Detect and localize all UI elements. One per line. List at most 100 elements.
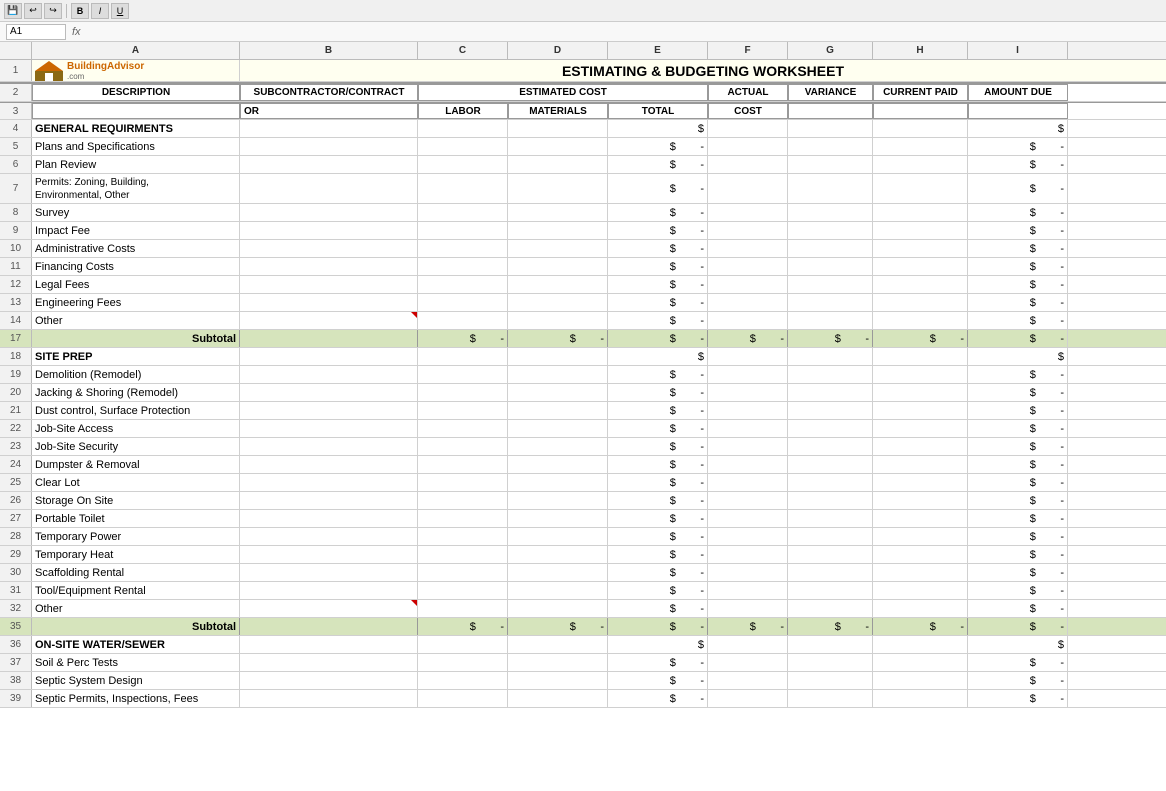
cell-h31[interactable] <box>873 582 968 599</box>
cell-h35[interactable]: $ - <box>873 618 968 635</box>
cell-f24[interactable] <box>708 456 788 473</box>
cell-a7[interactable]: Permits: Zoning, Building,Environmental,… <box>32 174 240 203</box>
cell-h32[interactable] <box>873 600 968 617</box>
cell-b2-subcontractor[interactable]: SUBCONTRACTOR/CONTRACT <box>240 84 418 101</box>
cell-a36[interactable]: ON-SITE WATER/SEWER <box>32 636 240 653</box>
cell-e25[interactable]: $ - <box>608 474 708 491</box>
cell-a35[interactable]: Subtotal <box>32 618 240 635</box>
cell-f13[interactable] <box>708 294 788 311</box>
cell-c39[interactable] <box>418 690 508 707</box>
cell-h23[interactable] <box>873 438 968 455</box>
cell-e11[interactable]: $ - <box>608 258 708 275</box>
cell-a30[interactable]: Scaffolding Rental <box>32 564 240 581</box>
save-icon[interactable]: 💾 <box>4 3 22 19</box>
cell-d26[interactable] <box>508 492 608 509</box>
cell-e9[interactable]: $ - <box>608 222 708 239</box>
col-header-g[interactable]: G <box>788 42 873 59</box>
cell-e30[interactable]: $ - <box>608 564 708 581</box>
cell-g26[interactable] <box>788 492 873 509</box>
cell-d21[interactable] <box>508 402 608 419</box>
cell-a20[interactable]: Jacking & Shoring (Remodel) <box>32 384 240 401</box>
cell-c37[interactable] <box>418 654 508 671</box>
cell-e13[interactable]: $ - <box>608 294 708 311</box>
cell-i25[interactable]: $ - <box>968 474 1068 491</box>
cell-f29[interactable] <box>708 546 788 563</box>
cell-a29[interactable]: Temporary Heat <box>32 546 240 563</box>
cell-g31[interactable] <box>788 582 873 599</box>
cell-b10[interactable] <box>240 240 418 257</box>
cell-c8[interactable] <box>418 204 508 221</box>
cell-a31[interactable]: Tool/Equipment Rental <box>32 582 240 599</box>
cell-a23[interactable]: Job-Site Security <box>32 438 240 455</box>
cell-h13[interactable] <box>873 294 968 311</box>
cell-i19[interactable]: $ - <box>968 366 1068 383</box>
cell-i14[interactable]: $ - <box>968 312 1068 329</box>
col-header-b[interactable]: B <box>240 42 418 59</box>
cell-e6[interactable]: $ - <box>608 156 708 173</box>
cell-f17[interactable]: $ - <box>708 330 788 347</box>
cell-c36[interactable] <box>418 636 508 653</box>
cell-a2-desc[interactable]: DESCRIPTION <box>32 84 240 101</box>
cell-b38[interactable] <box>240 672 418 689</box>
cell-d12[interactable] <box>508 276 608 293</box>
cell-e28[interactable]: $ - <box>608 528 708 545</box>
cell-d10[interactable] <box>508 240 608 257</box>
cell-g23[interactable] <box>788 438 873 455</box>
cell-b30[interactable] <box>240 564 418 581</box>
name-box[interactable] <box>6 24 66 40</box>
cell-d6[interactable] <box>508 156 608 173</box>
cell-i27[interactable]: $ - <box>968 510 1068 527</box>
cell-a19[interactable]: Demolition (Remodel) <box>32 366 240 383</box>
cell-b5[interactable] <box>240 138 418 155</box>
cell-g20[interactable] <box>788 384 873 401</box>
cell-g9[interactable] <box>788 222 873 239</box>
cell-d5[interactable] <box>508 138 608 155</box>
cell-g38[interactable] <box>788 672 873 689</box>
cell-e24[interactable]: $ - <box>608 456 708 473</box>
cell-h17[interactable]: $ - <box>873 330 968 347</box>
cell-c23[interactable] <box>418 438 508 455</box>
cell-e21[interactable]: $ - <box>608 402 708 419</box>
cell-a24[interactable]: Dumpster & Removal <box>32 456 240 473</box>
cell-g8[interactable] <box>788 204 873 221</box>
cell-c4[interactable] <box>418 120 508 137</box>
cell-b19[interactable] <box>240 366 418 383</box>
cell-h22[interactable] <box>873 420 968 437</box>
cell-g30[interactable] <box>788 564 873 581</box>
cell-e14[interactable]: $ - <box>608 312 708 329</box>
col-header-c[interactable]: C <box>418 42 508 59</box>
cell-b23[interactable] <box>240 438 418 455</box>
cell-b3-or[interactable]: OR <box>240 103 418 119</box>
cell-d3-materials[interactable]: MATERIALS <box>508 103 608 119</box>
cell-h39[interactable] <box>873 690 968 707</box>
cell-g13[interactable] <box>788 294 873 311</box>
cell-h25[interactable] <box>873 474 968 491</box>
cell-h21[interactable] <box>873 402 968 419</box>
cell-i30[interactable]: $ - <box>968 564 1068 581</box>
col-header-f[interactable]: F <box>708 42 788 59</box>
cell-f8[interactable] <box>708 204 788 221</box>
cell-c10[interactable] <box>418 240 508 257</box>
col-header-d[interactable]: D <box>508 42 608 59</box>
cell-b37[interactable] <box>240 654 418 671</box>
cell-c12[interactable] <box>418 276 508 293</box>
cell-i6[interactable]: $ - <box>968 156 1068 173</box>
cell-i23[interactable]: $ - <box>968 438 1068 455</box>
cell-i32[interactable]: $ - <box>968 600 1068 617</box>
cell-h26[interactable] <box>873 492 968 509</box>
cell-f6[interactable] <box>708 156 788 173</box>
cell-f22[interactable] <box>708 420 788 437</box>
cell-d25[interactable] <box>508 474 608 491</box>
cell-d7[interactable] <box>508 174 608 203</box>
cell-c13[interactable] <box>418 294 508 311</box>
cell-b25[interactable] <box>240 474 418 491</box>
cell-d30[interactable] <box>508 564 608 581</box>
cell-g24[interactable] <box>788 456 873 473</box>
cell-h19[interactable] <box>873 366 968 383</box>
cell-g32[interactable] <box>788 600 873 617</box>
cell-i10[interactable]: $ - <box>968 240 1068 257</box>
cell-f23[interactable] <box>708 438 788 455</box>
cell-f18[interactable] <box>708 348 788 365</box>
cell-e19[interactable]: $ - <box>608 366 708 383</box>
cell-f20[interactable] <box>708 384 788 401</box>
